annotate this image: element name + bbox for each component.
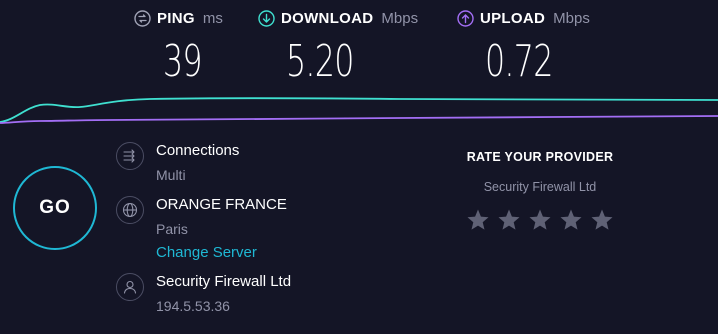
server-location: Paris [156, 221, 188, 237]
ping-unit: ms [202, 10, 223, 27]
upload-arrow-icon [457, 10, 474, 27]
speed-graph [0, 97, 718, 124]
ping-metric: PING ms 39 [134, 10, 223, 87]
rate-provider-title: RATE YOUR PROVIDER [466, 150, 614, 164]
change-server-link[interactable]: Change Server [156, 244, 257, 261]
upload-metric: UPLOAD Mbps 0.72 [457, 10, 590, 87]
server-name: ORANGE FRANCE [156, 196, 287, 213]
rate-provider-name: Security Firewall Ltd [483, 180, 597, 194]
connections-value: Multi [156, 167, 186, 183]
download-metric: DOWNLOAD Mbps 5.20 [258, 10, 419, 87]
rate-provider-panel: RATE YOUR PROVIDER Security Firewall Ltd [440, 150, 640, 232]
star-icon[interactable] [590, 208, 614, 232]
ping-label: PING [157, 10, 195, 27]
star-icon[interactable] [497, 208, 521, 232]
upload-label: UPLOAD [480, 10, 546, 27]
upload-graph-line [0, 115, 718, 124]
provider-ip: 194.5.53.36 [156, 298, 230, 314]
upload-unit: Mbps [553, 10, 590, 27]
ping-value: 39 [163, 36, 203, 87]
download-value: 5.20 [286, 36, 354, 87]
download-arrow-icon [258, 10, 275, 27]
star-icon[interactable] [559, 208, 583, 232]
speed-metrics: PING ms 39 DOWNLOAD Mbps 5.20 UPLOAD Mbp… [0, 0, 718, 96]
star-icon[interactable] [466, 208, 490, 232]
user-icon [116, 273, 144, 301]
provider-name: Security Firewall Ltd [156, 273, 292, 290]
connections-arrows-icon [116, 142, 144, 170]
globe-icon [116, 196, 144, 224]
ping-icon [134, 10, 151, 27]
connections-title: Connections [156, 142, 240, 159]
upload-value: 0.72 [485, 36, 553, 87]
star-rating [440, 208, 640, 232]
download-label: DOWNLOAD [281, 10, 374, 27]
download-unit: Mbps [381, 10, 419, 27]
star-icon[interactable] [528, 208, 552, 232]
go-button[interactable]: GO [13, 166, 97, 250]
